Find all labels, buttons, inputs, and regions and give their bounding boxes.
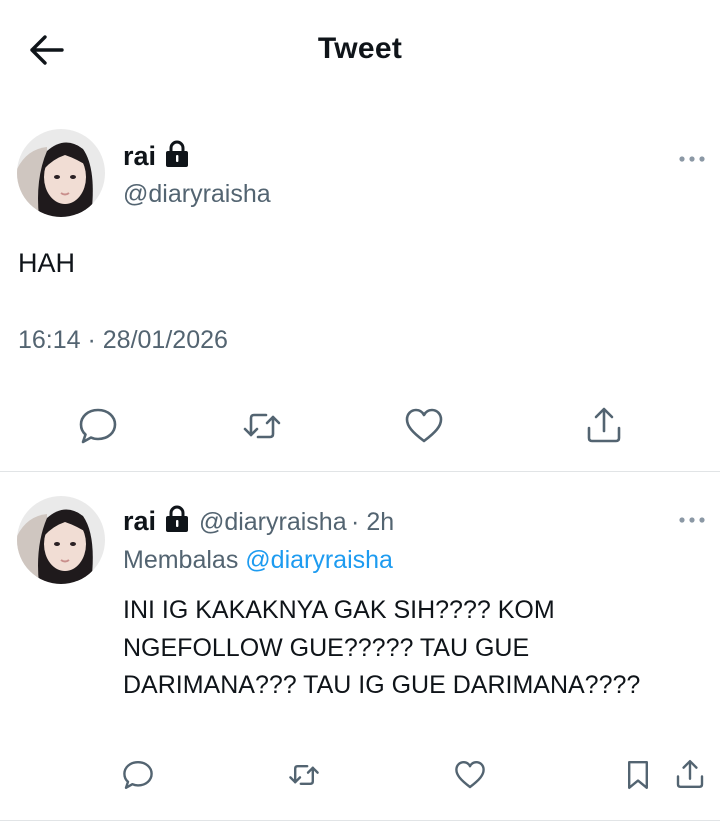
retweet-icon: [243, 413, 281, 439]
reply-retweet-button[interactable]: [288, 759, 320, 791]
replying-to-mention[interactable]: @diaryraisha: [245, 546, 393, 574]
reply-like-button[interactable]: [454, 759, 486, 791]
bookmark-button[interactable]: [622, 759, 654, 791]
page-title: Tweet: [317, 32, 403, 65]
reply-time: · 2h: [351, 508, 395, 536]
heart-icon: [455, 761, 485, 789]
author-handle: @diaryraisha: [123, 180, 271, 208]
avatar[interactable]: [17, 129, 105, 217]
tweet-text: HAH: [18, 248, 76, 278]
more-icon: [679, 517, 705, 523]
more-icon: [679, 156, 705, 162]
reply-avatar[interactable]: [17, 496, 105, 584]
more-button[interactable]: [677, 152, 707, 164]
reply-reply-button[interactable]: [122, 759, 154, 791]
retweet-icon: [289, 765, 319, 785]
share-button[interactable]: [584, 405, 624, 445]
reply-button[interactable]: [78, 406, 118, 446]
reply-icon: [123, 761, 153, 789]
heart-icon: [405, 408, 443, 443]
reply-share-button[interactable]: [674, 758, 706, 790]
like-button[interactable]: [404, 406, 444, 446]
divider: [0, 471, 720, 472]
bookmark-icon: [628, 761, 648, 789]
lock-icon: [166, 140, 189, 167]
lock-icon: [166, 505, 189, 532]
retweet-button[interactable]: [242, 406, 282, 446]
bottom-divider: [0, 820, 720, 821]
share-icon: [676, 760, 704, 788]
replying-to: Membalas @diaryraisha: [123, 546, 393, 575]
reply-author-row: rai @diaryraisha · 2h: [123, 505, 394, 537]
reply-icon: [79, 408, 117, 444]
reply-text: INI IG KAKAKNYA GAK SIH???? KOM NGEFOLLO…: [123, 596, 641, 699]
reply-author-name: rai: [123, 506, 157, 536]
share-icon: [587, 407, 621, 443]
reply-more-button[interactable]: [677, 513, 707, 525]
replying-to-label: Membalas: [123, 546, 239, 574]
tweet-timestamp: 16:14 · 28/01/2026: [18, 326, 228, 354]
author-name-row: rai: [123, 140, 190, 172]
author-name: rai: [123, 141, 157, 171]
reply-author-handle: @diaryraisha: [198, 508, 347, 536]
